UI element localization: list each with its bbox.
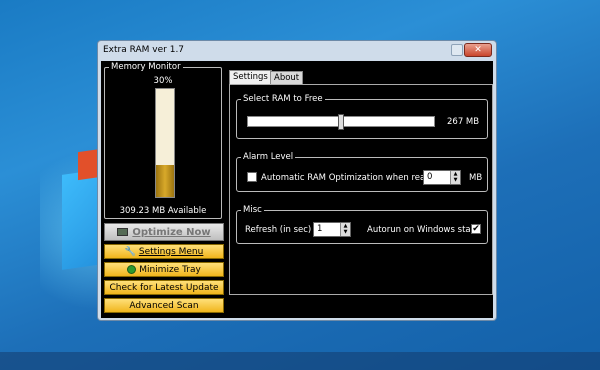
app-window: Extra RAM ver 1.7 ✕ Memory Monitor 30% 3… — [97, 40, 497, 321]
autorun-label: Autorun on Windows start — [367, 225, 478, 235]
memory-usage-percent: 30% — [153, 76, 173, 86]
advanced-scan-button[interactable]: Advanced Scan — [104, 298, 224, 313]
auto-optimization-label: Automatic RAM Optimization when reach — [261, 173, 436, 183]
title-bar[interactable]: Extra RAM ver 1.7 ✕ — [98, 41, 496, 61]
wrench-icon: 🔧 — [124, 246, 136, 257]
tab-settings[interactable]: Settings — [229, 70, 272, 85]
close-button[interactable]: ✕ — [464, 43, 492, 57]
optimize-now-label: Optimize Now — [132, 226, 211, 238]
refresh-spin-arrows[interactable]: ▲ ▼ — [340, 223, 350, 236]
memory-monitor-group: Memory Monitor 30% 309.23 MB Available — [104, 62, 222, 219]
check-update-label: Check for Latest Update — [109, 282, 219, 293]
alarm-level-unit: MB — [469, 173, 483, 183]
window-title: Extra RAM ver 1.7 — [103, 45, 185, 55]
spin-down-icon[interactable]: ▼ — [341, 229, 350, 235]
taskbar — [0, 352, 600, 370]
restore-button[interactable] — [451, 44, 463, 56]
misc-legend: Misc — [241, 205, 264, 215]
memory-usage-fill — [156, 164, 174, 197]
minimize-tray-button[interactable]: Minimize Tray — [104, 262, 224, 277]
close-icon: ✕ — [474, 45, 482, 55]
check-update-button[interactable]: Check for Latest Update — [104, 280, 224, 295]
alarm-level-value: 0 — [427, 172, 433, 182]
autorun-checkbox[interactable]: ✔ — [471, 224, 481, 234]
refresh-value: 1 — [317, 224, 323, 234]
optimize-now-button[interactable]: Optimize Now — [104, 223, 224, 241]
client-area: Memory Monitor 30% 309.23 MB Available O… — [101, 61, 493, 318]
memory-usage-bar — [155, 88, 175, 198]
refresh-label: Refresh (in sec) — [245, 225, 312, 235]
settings-menu-button[interactable]: 🔧 Settings Menu — [104, 244, 224, 259]
minimize-tray-label: Minimize Tray — [139, 264, 201, 275]
spin-down-icon[interactable]: ▼ — [451, 177, 460, 183]
settings-tab-page: Select RAM to Free 267 MB Alarm Level Au… — [229, 84, 493, 295]
spin-arrows[interactable]: ▲ ▼ — [450, 171, 460, 184]
ram-slider-value: 267 MB — [447, 117, 480, 127]
select-ram-group: Select RAM to Free 267 MB — [236, 94, 488, 139]
alarm-level-group: Alarm Level Automatic RAM Optimization w… — [236, 152, 488, 192]
advanced-scan-label: Advanced Scan — [129, 300, 199, 311]
tab-about[interactable]: About — [270, 71, 304, 85]
refresh-spinner[interactable]: 1 ▲ ▼ — [313, 222, 351, 237]
select-ram-legend: Select RAM to Free — [241, 94, 325, 104]
ram-slider-thumb[interactable] — [338, 114, 344, 130]
green-arrow-icon — [127, 265, 137, 274]
ram-chip-icon — [117, 228, 129, 236]
memory-monitor-legend: Memory Monitor — [109, 62, 183, 72]
memory-available-text: 309.23 MB Available — [119, 206, 207, 216]
ram-slider[interactable] — [247, 114, 435, 130]
auto-optimization-checkbox[interactable] — [247, 172, 257, 182]
misc-group: Misc Refresh (in sec) 1 ▲ ▼ Autorun on W… — [236, 205, 488, 244]
settings-menu-label: Settings Menu — [138, 246, 204, 257]
alarm-level-legend: Alarm Level — [241, 152, 296, 162]
alarm-level-spinner[interactable]: 0 ▲ ▼ — [423, 170, 461, 185]
